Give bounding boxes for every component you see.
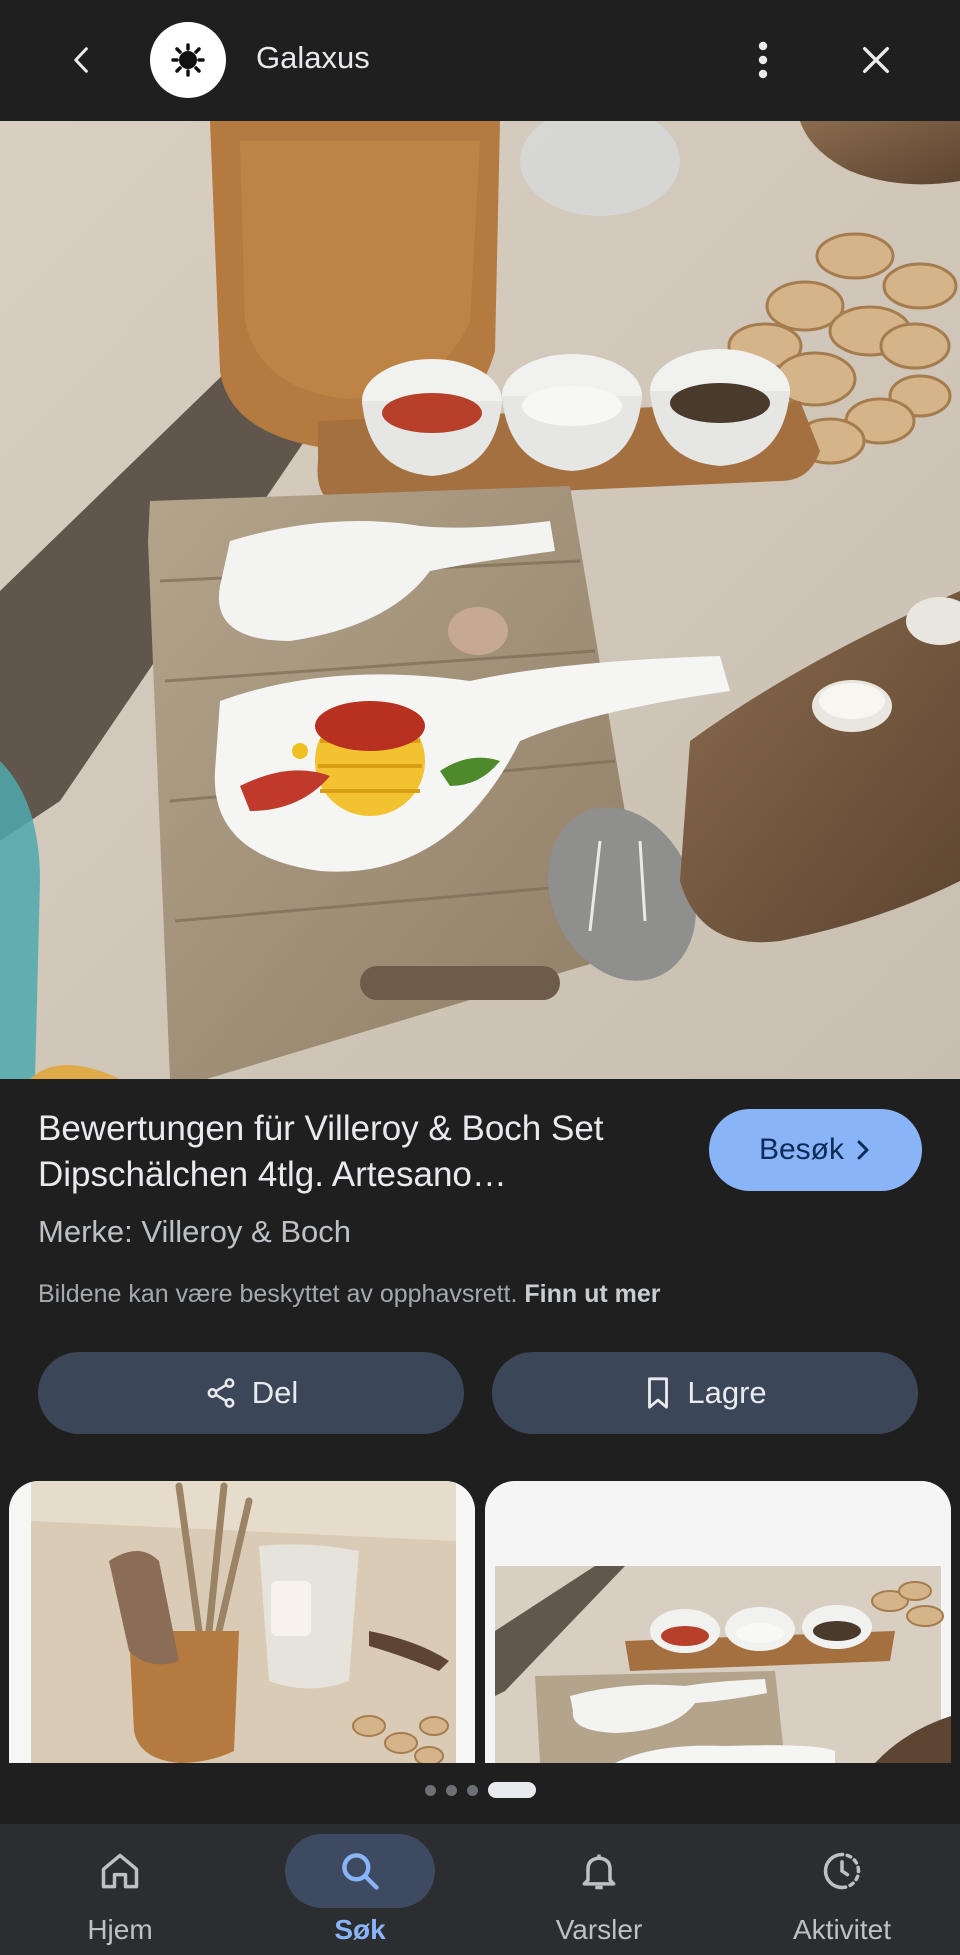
- share-icon: [207, 1378, 235, 1408]
- copyright-notice: Bildene kan være beskyttet av opphavsret…: [38, 1280, 661, 1309]
- bell-icon: [582, 1854, 616, 1890]
- more-vert-icon: [758, 41, 768, 79]
- nav-item-alerts[interactable]: Varsler: [499, 1824, 699, 1955]
- home-icon: [101, 1853, 139, 1889]
- nav-item-search[interactable]: Søk: [260, 1824, 460, 1955]
- bottom-navigation: Hjem Søk Varsler Aktivitet: [0, 1824, 960, 1955]
- bookmark-icon: [648, 1377, 669, 1409]
- search-icon: [342, 1853, 379, 1890]
- nav-item-activity[interactable]: Aktivitet: [742, 1824, 942, 1955]
- save-label: Lagre: [687, 1375, 767, 1410]
- related-image-card[interactable]: [485, 1481, 951, 1763]
- pager-dot[interactable]: [445, 1784, 457, 1796]
- visit-button[interactable]: Besøk: [709, 1109, 922, 1191]
- chevron-right-icon: [857, 1140, 869, 1160]
- top-bar: Galaxus: [0, 0, 960, 120]
- back-arrow-icon: [74, 47, 88, 73]
- site-name: Galaxus: [256, 40, 370, 75]
- related-image-card[interactable]: [9, 1481, 475, 1763]
- nav-label-search: Søk: [334, 1914, 386, 1945]
- more-options-button[interactable]: [733, 30, 793, 90]
- learn-more-link[interactable]: Finn ut mer: [524, 1280, 660, 1308]
- galaxus-logo-icon: [171, 43, 205, 77]
- product-brand: Merke: Villeroy & Boch: [38, 1214, 351, 1249]
- pager-dot[interactable]: [466, 1784, 478, 1796]
- copyright-text: Bildene kan være beskyttet av opphavsret…: [38, 1280, 518, 1308]
- product-title[interactable]: Bewertungen für Villeroy & Boch Set Dips…: [38, 1106, 688, 1198]
- save-button[interactable]: Lagre: [492, 1352, 918, 1434]
- nav-item-home[interactable]: Hjem: [20, 1824, 220, 1955]
- pager-dot[interactable]: [424, 1784, 436, 1796]
- close-button[interactable]: [846, 30, 906, 90]
- pager-dot-active[interactable]: [487, 1782, 536, 1798]
- activity-icon: [823, 1852, 861, 1890]
- nav-label-home: Hjem: [87, 1914, 153, 1945]
- share-button[interactable]: Del: [38, 1352, 464, 1434]
- back-button[interactable]: [52, 30, 112, 90]
- carousel-pager: [0, 1782, 960, 1798]
- nav-label-activity: Aktivitet: [792, 1914, 892, 1945]
- site-logo[interactable]: [150, 22, 226, 98]
- close-icon: [862, 46, 890, 74]
- share-label: Del: [251, 1375, 299, 1410]
- visit-label: Besøk: [758, 1133, 845, 1166]
- nav-label-alerts: Varsler: [555, 1914, 643, 1945]
- product-image[interactable]: [0, 121, 960, 1079]
